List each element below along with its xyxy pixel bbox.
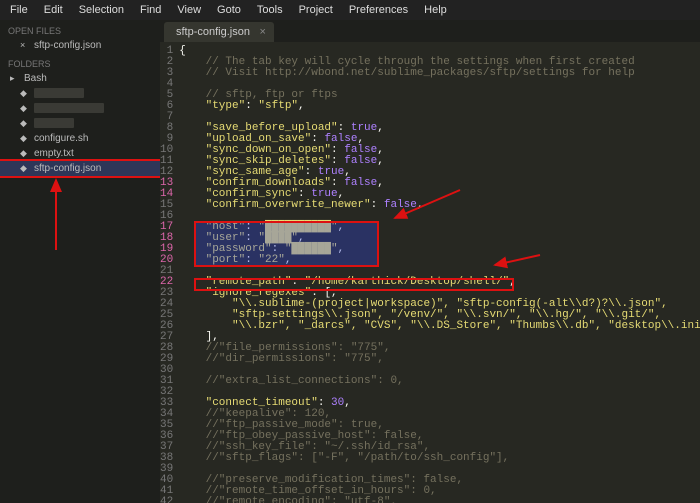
file-icon: ◆	[20, 133, 30, 144]
code-editor[interactable]: 1234567891011121314151617181920212223242…	[160, 42, 700, 503]
menu-help[interactable]: Help	[418, 2, 453, 18]
file-label: empty.txt	[34, 148, 74, 159]
code-line[interactable]: //"remote_encoding": "utf-8",	[179, 497, 700, 503]
open-files-heading: OPEN FILES	[0, 20, 160, 38]
code-line[interactable]: //"sftp_flags": ["-F", "/path/to/ssh_con…	[179, 453, 700, 464]
menu-tools[interactable]: Tools	[251, 2, 289, 18]
sidebar-item[interactable]: ◆ configure.sh	[0, 131, 160, 146]
tab-bar[interactable]: sftp-config.json ×	[160, 20, 700, 42]
folder-root[interactable]: ▸ Bash	[0, 71, 160, 86]
file-icon: ◆	[20, 163, 30, 174]
file-icon: ◆	[20, 118, 30, 129]
close-icon[interactable]: ×	[260, 26, 266, 38]
editor-area: sftp-config.json × 123456789101112131415…	[160, 20, 700, 503]
open-file-item[interactable]: ×sftp-config.json	[0, 38, 160, 53]
line-gutter: 1234567891011121314151617181920212223242…	[160, 42, 179, 503]
sidebar-item[interactable]: ◆	[0, 101, 160, 116]
folders-heading: FOLDERS	[0, 53, 160, 71]
menu-selection[interactable]: Selection	[73, 2, 130, 18]
sidebar-item[interactable]: ◆ sftp-config.json	[0, 161, 160, 176]
code-line[interactable]: //"dir_permissions": "775",	[179, 354, 700, 365]
sidebar-item[interactable]: ◆ empty.txt	[0, 146, 160, 161]
code-line[interactable]: "type": "sftp",	[179, 101, 700, 112]
tab-sftp-config[interactable]: sftp-config.json ×	[164, 22, 274, 42]
menu-find[interactable]: Find	[134, 2, 167, 18]
menu-edit[interactable]: Edit	[38, 2, 69, 18]
file-icon: ◆	[20, 103, 30, 114]
code-content[interactable]: { // The tab key will cycle through the …	[179, 42, 700, 503]
menu-file[interactable]: File	[4, 2, 34, 18]
file-icon: ◆	[20, 148, 30, 159]
sidebar: OPEN FILES ×sftp-config.json FOLDERS ▸Ba…	[0, 20, 160, 503]
file-label: configure.sh	[34, 133, 88, 144]
menu-preferences[interactable]: Preferences	[343, 2, 414, 18]
file-label: sftp-config.json	[34, 163, 101, 174]
menu-view[interactable]: View	[171, 2, 207, 18]
sidebar-item[interactable]: ◆	[0, 116, 160, 131]
menu-goto[interactable]: Goto	[211, 2, 247, 18]
tab-title: sftp-config.json	[176, 26, 250, 38]
file-icon: ◆	[20, 88, 30, 99]
code-line[interactable]: //"extra_list_connections": 0,	[179, 376, 700, 387]
folder-label: Bash	[24, 73, 47, 84]
code-line[interactable]: "\\.bzr", "_darcs", "CVS", "\\.DS_Store"…	[179, 321, 700, 332]
close-icon[interactable]: ×	[20, 40, 30, 50]
code-line[interactable]: "confirm_overwrite_newer": false,	[179, 200, 700, 211]
menu-bar[interactable]: FileEditSelectionFindViewGotoToolsProjec…	[0, 0, 700, 20]
code-line[interactable]: "port": "22",	[179, 255, 700, 266]
code-line[interactable]: // Visit http://wbond.net/sublime_packag…	[179, 68, 700, 79]
menu-project[interactable]: Project	[293, 2, 339, 18]
folder-icon: ▸	[10, 73, 20, 84]
sidebar-item[interactable]: ◆	[0, 86, 160, 101]
